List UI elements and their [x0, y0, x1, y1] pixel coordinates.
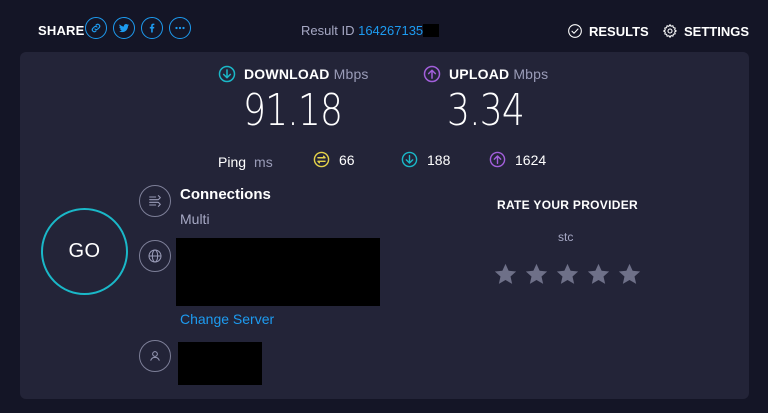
- upload-unit: Mbps: [513, 66, 549, 82]
- share-facebook-button[interactable]: [141, 17, 163, 39]
- share-twitter-button[interactable]: [113, 17, 135, 39]
- share-label: SHARE: [38, 23, 85, 38]
- result-id-label: Result ID: [301, 23, 355, 38]
- upload-arrow-icon: [423, 65, 441, 83]
- upload-speed-value: 3.34: [447, 85, 525, 136]
- idle-latency-icon: [313, 151, 330, 168]
- result-id: Result ID 164267135: [301, 23, 440, 38]
- results-button[interactable]: RESULTS: [567, 23, 649, 39]
- results-label: RESULTS: [589, 23, 649, 39]
- results-panel: DOWNLOAD Mbps 91.18 UPLOAD Mbps 3.34 Pin…: [20, 52, 749, 399]
- connections-title: Connections: [180, 186, 271, 203]
- share-more-button[interactable]: [169, 17, 191, 39]
- star-icon[interactable]: [617, 262, 642, 287]
- settings-button[interactable]: SETTINGS: [662, 23, 749, 39]
- change-server-link[interactable]: Change Server: [180, 311, 274, 327]
- ping-upload-value: 1624: [515, 151, 547, 168]
- rate-provider-title: RATE YOUR PROVIDER: [497, 198, 638, 212]
- facebook-icon: [149, 23, 155, 33]
- ping-download: 188: [401, 151, 450, 168]
- globe-icon: [148, 249, 162, 263]
- share-link-button[interactable]: [85, 17, 107, 39]
- user-icon-wrap: [139, 340, 171, 372]
- ping-row: Ping ms: [218, 152, 273, 172]
- download-label: DOWNLOAD: [244, 66, 330, 82]
- connections-value: Multi: [180, 211, 210, 227]
- upload-header: UPLOAD Mbps: [423, 65, 548, 83]
- settings-label: SETTINGS: [684, 23, 750, 39]
- ping-download-value: 188: [427, 151, 451, 168]
- star-icon[interactable]: [493, 262, 518, 287]
- provider-name: stc: [558, 230, 574, 244]
- upload-latency-icon: [489, 151, 506, 168]
- server-icon-wrap: [139, 240, 171, 272]
- link-icon: [91, 23, 101, 33]
- star-icon[interactable]: [524, 262, 549, 287]
- server-info-redacted: [176, 238, 380, 306]
- user-icon: [150, 351, 160, 361]
- ping-unit: ms: [254, 154, 273, 170]
- top-bar: SHARE Result ID 164267135 RESULTS SETTIN…: [0, 0, 768, 52]
- more-icon: [175, 26, 185, 30]
- ping-upload: 1624: [489, 151, 546, 168]
- ping-label: Ping: [218, 154, 247, 170]
- upload-label: UPLOAD: [449, 66, 510, 82]
- redaction-block: [423, 24, 440, 37]
- check-circle-icon: [568, 24, 582, 38]
- rating-stars: [493, 262, 648, 287]
- connections-icon: [149, 195, 161, 207]
- gear-icon: [663, 24, 677, 38]
- go-button[interactable]: GO: [41, 208, 128, 295]
- ping-idle: 66: [313, 151, 355, 168]
- twitter-icon: [119, 23, 129, 33]
- star-icon[interactable]: [555, 262, 580, 287]
- connections-icon-wrap[interactable]: [139, 185, 171, 217]
- download-latency-icon: [401, 151, 418, 168]
- download-arrow-icon: [218, 65, 236, 83]
- result-id-value[interactable]: 164267135: [358, 23, 423, 38]
- download-unit: Mbps: [333, 66, 369, 82]
- download-header: DOWNLOAD Mbps: [218, 65, 369, 83]
- star-icon[interactable]: [586, 262, 611, 287]
- download-speed-value: 91.18: [243, 85, 343, 136]
- user-info-redacted: [178, 342, 262, 385]
- ping-idle-value: 66: [339, 151, 355, 168]
